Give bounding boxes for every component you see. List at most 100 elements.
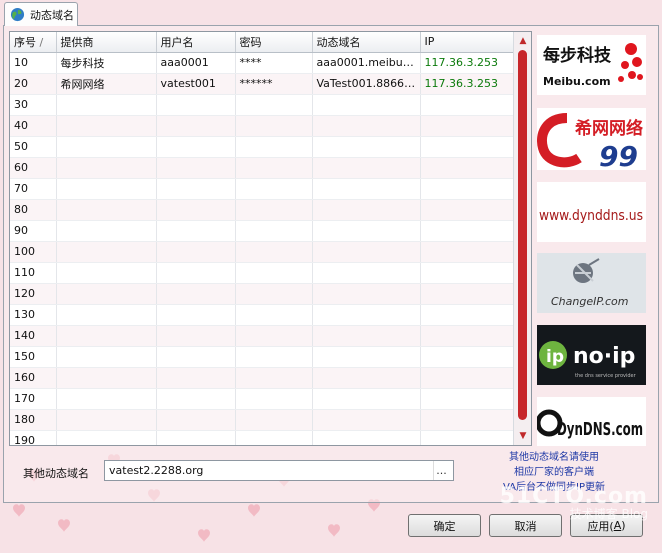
cell-provider[interactable]: [56, 346, 157, 368]
cell-password[interactable]: ******: [235, 73, 313, 95]
meibu-logo[interactable]: 每步科技 Meibu.com: [537, 35, 646, 95]
table-row[interactable]: 90: [10, 220, 516, 242]
cell-ip[interactable]: [420, 241, 516, 263]
cell-seq[interactable]: 90: [10, 220, 57, 242]
cell-provider[interactable]: [56, 220, 157, 242]
cell-provider[interactable]: [56, 430, 157, 445]
cell-password[interactable]: [235, 157, 313, 179]
cell-provider[interactable]: [56, 325, 157, 347]
cell-username[interactable]: [156, 388, 236, 410]
cell-username[interactable]: [156, 346, 236, 368]
cell-password[interactable]: [235, 388, 313, 410]
cell-seq[interactable]: 150: [10, 346, 57, 368]
cell-username[interactable]: [156, 409, 236, 431]
table-row[interactable]: 40: [10, 115, 516, 137]
cell-domain[interactable]: [312, 409, 421, 431]
cell-ip[interactable]: [420, 409, 516, 431]
table-row[interactable]: 130: [10, 304, 516, 326]
table-row[interactable]: 190: [10, 430, 516, 445]
cell-domain[interactable]: [312, 304, 421, 326]
table-row[interactable]: 160: [10, 367, 516, 389]
cell-domain[interactable]: aaa0001.meibu.c...: [312, 52, 421, 74]
cell-provider[interactable]: [56, 388, 157, 410]
cell-seq[interactable]: 190: [10, 430, 57, 445]
cell-username[interactable]: [156, 367, 236, 389]
cell-username[interactable]: [156, 304, 236, 326]
cell-username[interactable]: [156, 220, 236, 242]
table-row[interactable]: 180: [10, 409, 516, 431]
cell-domain[interactable]: [312, 157, 421, 179]
cell-username[interactable]: aaa0001: [156, 52, 236, 74]
cell-password[interactable]: [235, 115, 313, 137]
cell-provider[interactable]: 每步科技: [56, 52, 157, 74]
cell-ip[interactable]: [420, 367, 516, 389]
cell-provider[interactable]: 希网网络: [56, 73, 157, 95]
cell-password[interactable]: [235, 367, 313, 389]
cell-provider[interactable]: [56, 409, 157, 431]
table-row[interactable]: 110: [10, 262, 516, 284]
cell-username[interactable]: vatest001: [156, 73, 236, 95]
cell-password[interactable]: [235, 220, 313, 242]
cell-domain[interactable]: [312, 241, 421, 263]
cell-seq[interactable]: 70: [10, 178, 57, 200]
cell-seq[interactable]: 110: [10, 262, 57, 284]
cell-ip[interactable]: [420, 430, 516, 445]
cell-ip[interactable]: [420, 346, 516, 368]
cell-seq[interactable]: 170: [10, 388, 57, 410]
cell-provider[interactable]: [56, 367, 157, 389]
cell-seq[interactable]: 100: [10, 241, 57, 263]
cell-ip[interactable]: [420, 136, 516, 158]
cell-username[interactable]: [156, 115, 236, 137]
cell-domain[interactable]: [312, 199, 421, 221]
cell-seq[interactable]: 180: [10, 409, 57, 431]
table-row[interactable]: 120: [10, 283, 516, 305]
cell-password[interactable]: [235, 262, 313, 284]
cell-provider[interactable]: [56, 136, 157, 158]
cell-provider[interactable]: [56, 262, 157, 284]
cell-password[interactable]: [235, 241, 313, 263]
cell-provider[interactable]: [56, 199, 157, 221]
cell-domain[interactable]: [312, 220, 421, 242]
cell-password[interactable]: [235, 199, 313, 221]
dynddns-logo[interactable]: www.dynddns.us: [537, 182, 646, 242]
scroll-thumb[interactable]: [518, 50, 527, 420]
cell-password[interactable]: [235, 346, 313, 368]
cell-domain[interactable]: [312, 94, 421, 116]
column-header-ip[interactable]: IP: [420, 32, 516, 53]
cell-password[interactable]: [235, 283, 313, 305]
cell-seq[interactable]: 140: [10, 325, 57, 347]
cell-domain[interactable]: [312, 367, 421, 389]
cell-provider[interactable]: [56, 115, 157, 137]
column-header-seq[interactable]: 序号 /: [10, 32, 57, 53]
cell-provider[interactable]: [56, 304, 157, 326]
column-header-username[interactable]: 用户名: [156, 32, 236, 53]
cell-ip[interactable]: 117.36.3.253: [420, 52, 516, 74]
changeip-logo[interactable]: ChangeIP.com: [537, 253, 646, 313]
cell-username[interactable]: [156, 136, 236, 158]
cell-username[interactable]: [156, 430, 236, 445]
table-row[interactable]: 70: [10, 178, 516, 200]
cell-provider[interactable]: [56, 178, 157, 200]
cn99-logo[interactable]: 希网网络 99: [537, 108, 646, 170]
cell-ip[interactable]: [420, 262, 516, 284]
scroll-down-icon[interactable]: ▼: [514, 429, 531, 443]
cell-username[interactable]: [156, 241, 236, 263]
cell-ip[interactable]: [420, 388, 516, 410]
cell-ip[interactable]: 117.36.3.253: [420, 73, 516, 95]
cell-username[interactable]: [156, 199, 236, 221]
cell-password[interactable]: [235, 304, 313, 326]
cell-username[interactable]: [156, 325, 236, 347]
cell-seq[interactable]: 30: [10, 94, 57, 116]
cell-domain[interactable]: [312, 136, 421, 158]
tab-dynamic-domain[interactable]: 动态域名: [4, 2, 78, 26]
cell-domain[interactable]: [312, 325, 421, 347]
cell-ip[interactable]: [420, 304, 516, 326]
cell-password[interactable]: [235, 430, 313, 445]
cell-ip[interactable]: [420, 178, 516, 200]
cell-password[interactable]: [235, 178, 313, 200]
table-row[interactable]: 60: [10, 157, 516, 179]
apply-button[interactable]: 应用(A): [570, 514, 643, 537]
domain-table[interactable]: 序号 / 提供商 用户名 密码 动态域名 IP 10 每步科技 aaa0001 ***…: [9, 31, 532, 446]
noip-logo[interactable]: ip no·ip the dns service provider: [537, 325, 646, 385]
cell-seq[interactable]: 80: [10, 199, 57, 221]
